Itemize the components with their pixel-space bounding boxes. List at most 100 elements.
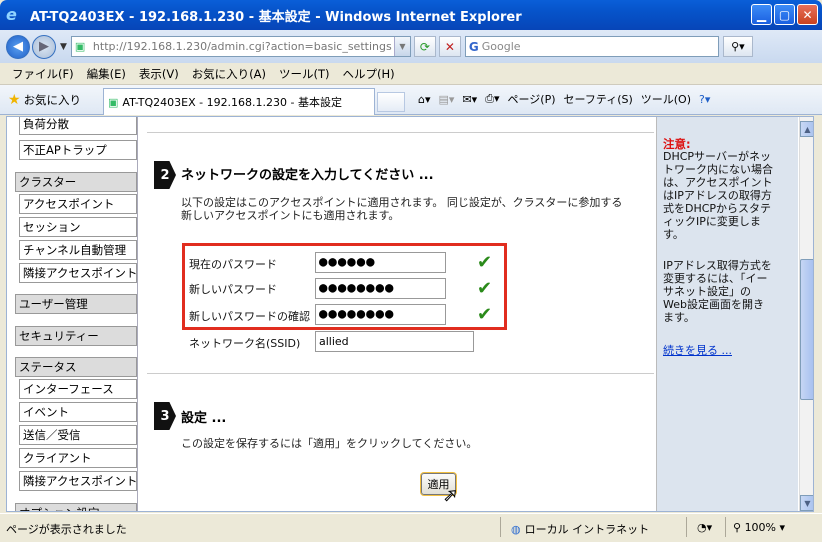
safety-menu[interactable]: セーフティ(S) <box>564 91 633 107</box>
search-placeholder: Google <box>481 40 521 53</box>
sidebar-item-rogue-ap[interactable]: 不正APトラップ <box>19 140 137 160</box>
scroll-thumb[interactable] <box>800 259 813 400</box>
protected-mode-icon[interactable]: ◔▾ <box>697 521 712 534</box>
help-icon[interactable]: ?▾ <box>699 93 710 106</box>
sidebar-head-security[interactable]: セキュリティー <box>15 326 137 346</box>
sidebar-head-status[interactable]: ステータス <box>15 357 137 377</box>
url-text: http://192.168.1.230/admin.cgi?action=ba… <box>92 40 392 53</box>
browser-tab[interactable]: ▣ AT-TQ2403EX - 192.168.1.230 - 基本設定 <box>103 88 375 115</box>
refresh-button[interactable]: ⟳ <box>413 36 436 57</box>
menu-favorites[interactable]: お気に入り(A) <box>192 66 266 82</box>
network-name-label: ネットワーク名(SSID) <box>189 337 301 350</box>
menu-edit[interactable]: 編集(E) <box>87 66 126 82</box>
search-button[interactable]: ⚲▾ <box>722 36 753 57</box>
sidebar-head-options[interactable]: オプション設定 <box>15 503 137 511</box>
sidebar-item-access-points[interactable]: アクセスポイント <box>19 194 137 214</box>
minimize-button[interactable]: ▁ <box>751 4 772 25</box>
confirm-password-check-icon: ✔ <box>477 304 493 325</box>
sidebar-item-channel-management[interactable]: チャンネル自動管理 <box>19 240 137 260</box>
page-menu[interactable]: ページ(P) <box>508 91 556 107</box>
ie-logo-icon: e <box>6 5 17 24</box>
tools-menu[interactable]: ツール(O) <box>641 91 691 107</box>
address-input[interactable]: ▣ http://192.168.1.230/admin.cgi?action=… <box>70 36 411 57</box>
zoom-value: 100% <box>744 521 777 534</box>
menu-file[interactable]: ファイル(F) <box>12 66 74 82</box>
mail-icon[interactable]: ✉▾ <box>462 93 477 106</box>
step-2-title: ネットワークの設定を入力してください ... <box>181 168 434 183</box>
globe-icon: ◍ <box>511 522 521 536</box>
network-name-field[interactable]: allied <box>315 331 474 352</box>
step-2-desc-line2: 新しいアクセスポイントにも適用されます。 <box>181 209 400 222</box>
sidebar-head-user-management[interactable]: ユーザー管理 <box>15 294 137 314</box>
feeds-icon[interactable]: ▤▾ <box>439 93 455 106</box>
mouse-cursor-icon: ➚ <box>442 485 459 507</box>
scroll-down-arrow-icon[interactable]: ▼ <box>800 495 813 511</box>
vertical-scrollbar[interactable]: ▲ ▼ <box>799 117 813 511</box>
sidebar-item-events[interactable]: イベント <box>19 402 137 422</box>
sidebar-item-interfaces[interactable]: インターフェース <box>19 379 137 399</box>
step-3-marker: 3 <box>154 402 176 430</box>
new-password-field[interactable]: ●●●●●●●● <box>315 278 446 299</box>
current-password-check-icon: ✔ <box>477 252 493 273</box>
menu-help[interactable]: ヘルプ(H) <box>343 66 395 82</box>
tab-title: AT-TQ2403EX - 192.168.1.230 - 基本設定 <box>122 96 343 109</box>
status-bar: ページが表示されました ◍ ローカル イントラネット ◔▾ ⚲ 100% ▾ <box>0 513 822 542</box>
zoom-level[interactable]: ⚲ 100% ▾ <box>733 521 785 534</box>
menu-tools[interactable]: ツール(T) <box>279 66 330 82</box>
back-button[interactable]: ◀ <box>6 34 30 59</box>
favorites-button[interactable]: ★ お気に入り <box>8 92 81 108</box>
forward-button[interactable]: ▶ <box>32 34 56 59</box>
sidebar-item-neighbor-ap[interactable]: 隣接アクセスポイント <box>19 263 137 283</box>
window-titlebar: e AT-TQ2403EX - 192.168.1.230 - 基本設定 - W… <box>0 0 822 30</box>
sidebar-item-clients[interactable]: クライアント <box>19 448 137 468</box>
divider <box>147 373 654 374</box>
sidebar-item-load-balance[interactable]: 負荷分散 <box>19 117 137 135</box>
print-icon[interactable]: ⎙▾ <box>485 92 499 106</box>
sidebar-item-neighbor-ap-status[interactable]: 隣接アクセスポイント <box>19 471 137 491</box>
help-more-link[interactable]: 続きを見る ... <box>663 342 732 358</box>
history-dropdown-icon[interactable]: ▼ <box>60 42 67 52</box>
sidebar-nav: 負荷分散 不正APトラップ クラスター アクセスポイント セッション チャンネル… <box>7 117 138 511</box>
menu-bar: ファイル(F) 編集(E) 表示(V) お気に入り(A) ツール(T) ヘルプ(… <box>0 63 822 85</box>
status-separator <box>725 517 726 537</box>
menu-view[interactable]: 表示(V) <box>139 66 179 82</box>
divider <box>147 132 654 133</box>
new-password-label: 新しいパスワード <box>189 283 277 296</box>
current-password-label: 現在のパスワード <box>189 258 277 271</box>
close-button[interactable]: ✕ <box>797 4 818 25</box>
page-icon: ▣ <box>74 39 86 53</box>
stop-button[interactable]: ✕ <box>438 36 461 57</box>
command-bar: ⌂▾ ▤▾ ✉▾ ⎙▾ ページ(P) セーフティ(S) ツール(O) ?▾ <box>418 91 718 107</box>
window-title: AT-TQ2403EX - 192.168.1.230 - 基本設定 - Win… <box>30 9 522 25</box>
confirm-password-field[interactable]: ●●●●●●●● <box>315 304 446 325</box>
new-password-check-icon: ✔ <box>477 278 493 299</box>
tab-page-icon: ▣ <box>108 95 119 109</box>
security-zone[interactable]: ◍ ローカル イントラネット <box>511 521 649 537</box>
help-panel: 注意: DHCPサーバーがネットワーク内にない場合は、アクセスポイントはIPアド… <box>656 117 798 511</box>
google-icon: G <box>468 39 479 54</box>
step-2-desc-line1: 以下の設定はこのアクセスポイントに適用されます。 同じ設定が、クラスターに参加す… <box>181 196 623 209</box>
home-icon[interactable]: ⌂▾ <box>418 93 431 106</box>
new-tab-button[interactable] <box>377 92 405 112</box>
main-content: 2 ネットワークの設定を入力してください ... 以下の設定はこのアクセスポイン… <box>139 117 655 511</box>
step-3-title: 設定 ... <box>181 411 227 426</box>
maximize-button[interactable]: ▢ <box>774 4 795 25</box>
confirm-password-label: 新しいパスワードの確認 <box>189 310 310 323</box>
favorites-star-icon: ★ <box>8 91 21 108</box>
tab-bar: ★ お気に入り ▣ AT-TQ2403EX - 192.168.1.230 - … <box>0 85 822 115</box>
help-text-dhcp: DHCPサーバーがネットワーク内にない場合は、アクセスポイントはIPアドレスの取… <box>663 150 773 241</box>
current-password-field[interactable]: ●●●●●● <box>315 252 446 273</box>
search-input[interactable]: G Google <box>464 36 719 57</box>
sidebar-item-tx-rx[interactable]: 送信／受信 <box>19 425 137 445</box>
scroll-up-arrow-icon[interactable]: ▲ <box>800 121 813 137</box>
help-text-ip: IPアドレス取得方式を変更するには、「イーサネット設定」のWeb設定画面を開きま… <box>663 259 772 324</box>
sidebar-item-sessions[interactable]: セッション <box>19 217 137 237</box>
status-separator <box>500 517 501 537</box>
zone-label: ローカル イントラネット <box>524 523 650 536</box>
step-3-desc: この設定を保存するには「適用」をクリックしてください。 <box>181 437 478 450</box>
step-2-marker: 2 <box>154 161 176 189</box>
favorites-label: お気に入り <box>23 92 82 107</box>
address-dropdown-icon[interactable]: ▼ <box>393 37 410 56</box>
address-toolbar: ◀ ▶ ▼ ▣ http://192.168.1.230/admin.cgi?a… <box>0 30 822 63</box>
sidebar-head-cluster[interactable]: クラスター <box>15 172 137 192</box>
